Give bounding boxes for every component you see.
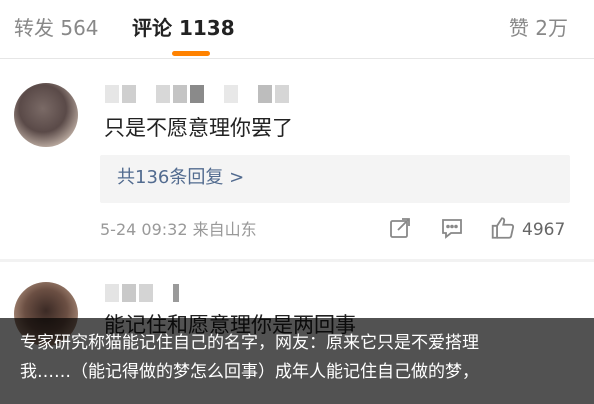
tab-repost[interactable]: 转发 564 <box>14 14 99 42</box>
reply-icon <box>440 216 464 244</box>
like-icon <box>490 215 516 245</box>
active-tab-indicator <box>172 51 210 56</box>
caption-line: 我……（能记得做的梦怎么回事）成年人能记住自己做的梦， <box>20 362 479 382</box>
avatar[interactable] <box>14 83 78 147</box>
comment-item: 只是不愿意理你罢了 共136条回复 > 5-24 09:32 来自山东 4967 <box>0 59 594 259</box>
news-caption-overlay: 专家研究称猫能记住自己的名字，网友：原来它只是不爱搭理 我……（能记得做的梦怎么… <box>0 318 594 404</box>
tab-like[interactable]: 赞 2万 <box>509 14 568 42</box>
caption-line: 专家研究称猫能记住自己的名字，网友：原来它只是不爱搭理 <box>20 333 479 353</box>
like-count: 4967 <box>522 220 566 240</box>
tab-comment[interactable]: 评论 1138 <box>132 14 235 42</box>
comment-meta: 5-24 09:32 来自山东 <box>100 220 257 239</box>
username-blurred[interactable] <box>105 284 179 302</box>
username-blurred[interactable] <box>105 85 289 103</box>
share-button[interactable] <box>388 217 412 243</box>
reply-button[interactable] <box>440 217 464 243</box>
like-button[interactable]: 4967 <box>490 217 565 243</box>
replies-box[interactable]: 共136条回复 > <box>100 155 570 203</box>
view-replies-link[interactable]: 共136条回复 > <box>117 165 244 191</box>
comment-tabbar: 转发 564 评论 1138 赞 2万 <box>0 0 594 58</box>
share-icon <box>388 216 412 244</box>
comment-text: 只是不愿意理你罢了 <box>104 116 293 140</box>
